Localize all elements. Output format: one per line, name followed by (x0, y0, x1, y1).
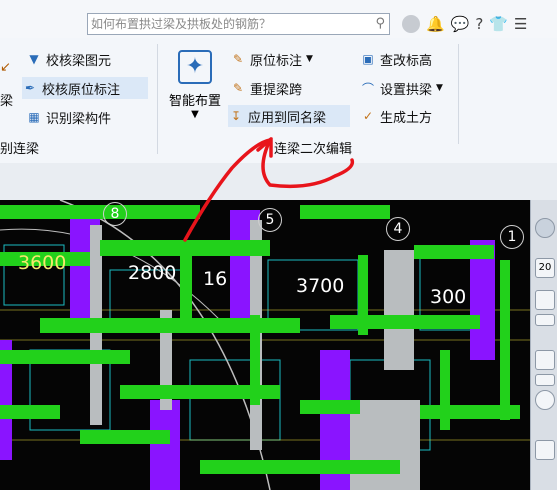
set-arch-beam-label: 设置拱梁 (380, 82, 433, 98)
check-beam-label: 校核梁图元 (46, 53, 112, 69)
view-navigation-panel: 20 (530, 200, 557, 490)
smart-layout-icon: ✦ (178, 50, 212, 84)
user-avatar-icon[interactable] (402, 15, 420, 33)
chevron-down-icon: ▼ (306, 54, 313, 64)
check-beam-button[interactable]: ▼ 校核梁图元 (26, 48, 111, 70)
set-arch-beam-dropdown[interactable]: ⌒ 设置拱梁 ▼ (360, 77, 443, 99)
left-cut-mid[interactable]: 梁 (0, 88, 13, 110)
box-view-icon[interactable] (535, 290, 555, 310)
smart-layout-button[interactable]: ✦ 智能布置 ▼ (163, 50, 227, 128)
generate-earthwork-button[interactable]: ✓ 生成土方 (360, 105, 432, 127)
earthwork-icon: ✓ (362, 109, 374, 123)
left-cut-top-label: ↙ (0, 59, 11, 75)
top-right-icons: 🔔 💬 ? 👕 ☰ (402, 12, 527, 36)
axis-label-5: 5 (258, 208, 282, 232)
elevation-icon: ▣ (362, 52, 374, 66)
search-placeholder: 如何布置拱过梁及拱板处的钢筋？ (91, 17, 272, 31)
group-divider (458, 44, 459, 144)
grid-toggle-icon[interactable] (535, 440, 555, 460)
search-icon[interactable]: ⚲ (375, 14, 385, 34)
check-original-annotation-label: 校核原位标注 (42, 82, 121, 98)
funnel-icon: ▼ (29, 52, 39, 66)
bell-icon[interactable]: 🔔 (426, 15, 445, 33)
group-label-identify-link-beam: 别连梁 (0, 142, 40, 157)
chevron-down-icon[interactable] (535, 314, 555, 326)
smart-layout-label: 智能布置 (168, 94, 221, 109)
beam-dimension-label: 2800 (128, 262, 177, 284)
re-extract-span-label: 重提梁跨 (250, 82, 303, 98)
beam-dimension-label: 300 (430, 286, 467, 308)
rotate-icon[interactable] (535, 390, 555, 410)
left-cut-mid-label: 梁 (0, 93, 14, 109)
beam-dimension-label: 3600 (18, 252, 67, 274)
title-search-bar: 如何布置拱过梁及拱板处的钢筋？ ⚲ 🔔 💬 ? 👕 ☰ (0, 0, 557, 38)
check-elevation-label: 查改标高 (380, 53, 433, 69)
check-elevation-button[interactable]: ▣ 查改标高 (360, 48, 432, 70)
group-divider (157, 44, 158, 154)
apply-to-same-name-beam-button[interactable]: ↧ 应用到同名梁 (228, 105, 350, 127)
annotation-icon: ✎ (232, 52, 244, 66)
arch-icon: ⌒ (361, 81, 374, 96)
layer-icon[interactable] (535, 350, 555, 370)
chevron-down-icon[interactable] (535, 374, 555, 386)
axis-label-4: 4 (386, 217, 410, 241)
span-icon: ✎ (232, 81, 244, 95)
chevron-down-icon: ▼ (436, 83, 443, 93)
axis-label-8: 8 (103, 202, 127, 226)
left-cut-top[interactable]: ↙ (0, 56, 11, 78)
beam-dimension-label: 16 (203, 268, 228, 290)
identify-beam-label: 识别梁构件 (46, 111, 112, 127)
chat-icon[interactable]: 💬 (451, 15, 470, 33)
beam-dimension-label: 3700 (296, 275, 345, 297)
model-drawing (0, 200, 530, 490)
chevron-down-icon: ▼ (191, 109, 199, 120)
edit-icon: ✒ (24, 81, 36, 95)
group-label-link-beam-edit: 连梁二次编辑 (274, 142, 353, 157)
search-input[interactable]: 如何布置拱过梁及拱板处的钢筋？ ⚲ (87, 13, 390, 35)
generate-earthwork-label: 生成土方 (380, 110, 433, 126)
zoom-field[interactable]: 20 (535, 258, 555, 278)
original-annotation-dropdown[interactable]: ✎ 原位标注 ▼ (230, 48, 313, 70)
3d-model-canvas[interactable]: 8 5 4 1 3600 2800 16 3700 300 (0, 200, 530, 490)
shirt-icon[interactable]: 👕 (489, 15, 508, 33)
menu-icon[interactable]: ☰ (514, 15, 527, 33)
grid-icon: ▦ (28, 110, 40, 124)
help-icon[interactable]: ? (475, 15, 483, 33)
apply-to-same-name-beam-label: 应用到同名梁 (248, 110, 327, 126)
original-annotation-label: 原位标注 (250, 53, 303, 69)
apply-icon: ↧ (230, 109, 242, 123)
axis-label-1: 1 (500, 225, 524, 249)
ribbon: ↙ 梁 ▼ 校核梁图元 ✒ 校核原位标注 ▦ 识别梁构件 ✦ 智能布置 ▼ ✎ … (0, 38, 557, 164)
view-cube-icon[interactable] (535, 218, 555, 238)
re-extract-span-button[interactable]: ✎ 重提梁跨 (230, 77, 302, 99)
identify-beam-button[interactable]: ▦ 识别梁构件 (26, 106, 111, 128)
check-original-annotation-button[interactable]: ✒ 校核原位标注 (22, 77, 148, 99)
